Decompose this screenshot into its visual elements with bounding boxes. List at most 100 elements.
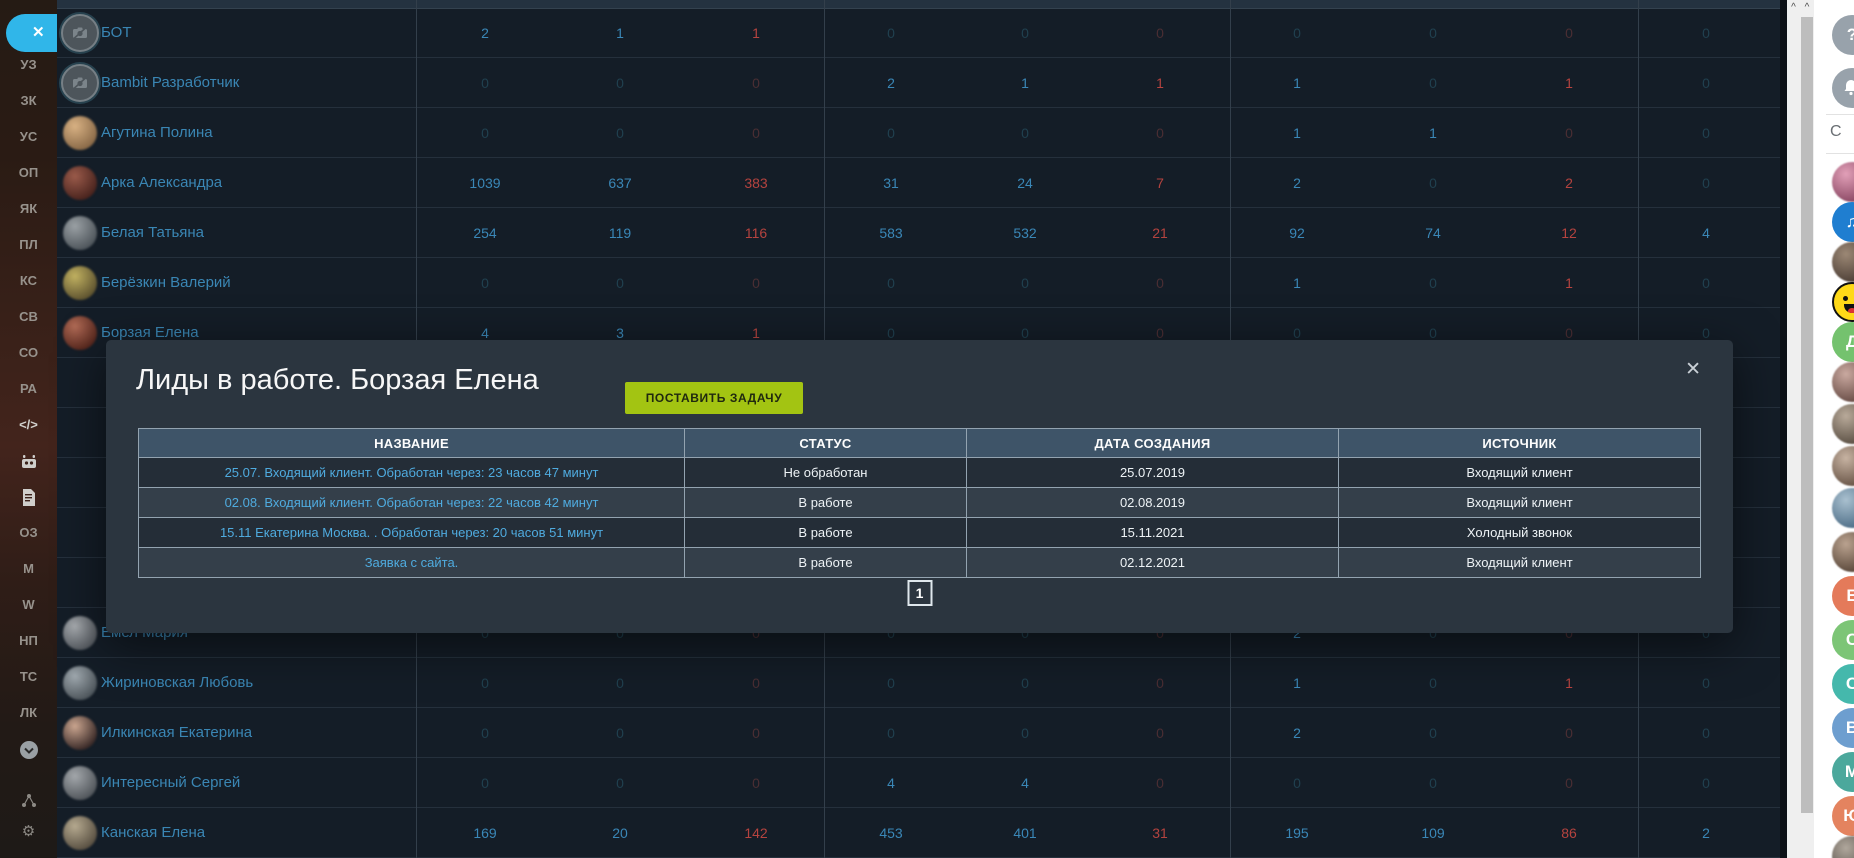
contact-avatar[interactable] xyxy=(1832,836,1854,858)
employee-name-link[interactable]: БОТ xyxy=(101,8,132,58)
contact-badge[interactable]: С xyxy=(1832,620,1854,660)
share-icon[interactable] xyxy=(0,782,57,818)
avatar xyxy=(63,216,97,250)
employee-name-link[interactable]: Белая Татьяна xyxy=(101,208,204,258)
metric-value: 0 xyxy=(1565,725,1573,741)
avatar xyxy=(63,266,97,300)
sidebar-item-СО[interactable]: СО xyxy=(0,335,57,371)
employee-name-link[interactable]: Bambit Разработчик xyxy=(101,58,239,108)
metric-value: 0 xyxy=(1565,125,1573,141)
sidebar-item-УЗ[interactable]: УЗ xyxy=(0,47,57,83)
contact-badge[interactable]: В xyxy=(1832,708,1854,748)
metric-value: 0 xyxy=(1021,125,1029,141)
metric-value: 1 xyxy=(1429,125,1437,141)
lead-name-link[interactable]: 25.07. Входящий клиент. Обработан через:… xyxy=(225,465,599,480)
metric-value: 0 xyxy=(481,75,489,91)
metric-value: 0 xyxy=(1702,75,1710,91)
metric-value: 1 xyxy=(1021,75,1029,91)
sidebar-item-СВ[interactable]: СВ xyxy=(0,299,57,335)
metric-value: 0 xyxy=(887,25,895,41)
contact-badge[interactable]: Ю xyxy=(1832,796,1854,836)
sidebar-item-ОЗ[interactable]: ОЗ xyxy=(0,515,57,551)
create-task-button[interactable]: ПОСТАВИТЬ ЗАДАЧУ xyxy=(625,382,803,414)
contact-avatar[interactable] xyxy=(1832,242,1854,282)
employee-name-link[interactable]: Канская Елена xyxy=(101,808,205,858)
help-icon[interactable]: ? xyxy=(1832,15,1854,55)
metric-value: 532 xyxy=(1013,225,1037,241)
sidebar-item-ЯК[interactable]: ЯК xyxy=(0,191,57,227)
employee-name-link[interactable]: Жириновская Любовь xyxy=(101,658,253,708)
contact-avatar[interactable] xyxy=(1832,404,1854,444)
inner-scrollbar[interactable]: ^ xyxy=(1787,0,1800,858)
bell-icon[interactable] xyxy=(1832,68,1854,108)
sidebar-item-W[interactable]: W xyxy=(0,587,57,623)
lead-name-link[interactable]: 15.11 Екатерина Москва. . Обработан чере… xyxy=(220,525,603,540)
metric-value: 86 xyxy=(1561,825,1577,841)
metric-value: 0 xyxy=(887,675,895,691)
sidebar-item-РА[interactable]: РА xyxy=(0,371,57,407)
contact-badge[interactable]: Е xyxy=(1832,576,1854,616)
robot-icon[interactable] xyxy=(0,443,57,479)
contact-badge[interactable]: С xyxy=(1832,664,1854,704)
metric-value: 0 xyxy=(1021,275,1029,291)
sidebar-item-ОП[interactable]: ОП xyxy=(0,155,57,191)
sidebar-item-ПЛ[interactable]: ПЛ xyxy=(0,227,57,263)
contact-badge[interactable]: ♫ xyxy=(1832,202,1854,242)
contact-badge[interactable]: М xyxy=(1832,752,1854,792)
sidebar-item-УС[interactable]: УС xyxy=(0,119,57,155)
metric-value: 1 xyxy=(1565,75,1573,91)
employee-name-link[interactable]: Илкинская Екатерина xyxy=(101,708,252,758)
close-icon[interactable]: ✕ xyxy=(1685,358,1701,381)
lead-created-date: 02.12.2021 xyxy=(966,547,1339,578)
metric-value: 2 xyxy=(1702,825,1710,841)
scroll-up-icon[interactable]: ^ xyxy=(1800,0,1814,16)
employee-name-link[interactable]: Арка Александра xyxy=(101,158,222,208)
metric-value: 1 xyxy=(1156,75,1164,91)
metric-value: 637 xyxy=(608,175,632,191)
lead-source: Входящий клиент xyxy=(1338,547,1701,578)
metric-value: 0 xyxy=(616,75,624,91)
document-icon[interactable] xyxy=(0,479,57,515)
pagination-page-1[interactable]: 1 xyxy=(907,580,932,606)
metric-value: 0 xyxy=(1021,675,1029,691)
page-scrollbar[interactable]: ^ xyxy=(1800,0,1814,858)
code-icon[interactable]: </> xyxy=(0,407,57,443)
sidebar-item-М[interactable]: М xyxy=(0,551,57,587)
contact-avatar[interactable] xyxy=(1832,532,1854,572)
metric-value: 0 xyxy=(1021,725,1029,741)
chevron-down-circle-icon[interactable] xyxy=(0,731,57,767)
sidebar-item-ЗК[interactable]: ЗК xyxy=(0,83,57,119)
lead-created-date: 25.07.2019 xyxy=(966,457,1339,488)
leads-modal: Лиды в работе. Борзая Елена ПОСТАВИТЬ ЗА… xyxy=(106,340,1733,633)
gear-icon[interactable]: ⚙ xyxy=(0,814,57,850)
metric-value: 0 xyxy=(1429,775,1437,791)
contact-avatar[interactable] xyxy=(1832,446,1854,486)
metric-value: 0 xyxy=(1429,175,1437,191)
metric-value: 0 xyxy=(616,675,624,691)
metric-value: 0 xyxy=(887,725,895,741)
scroll-up-icon[interactable]: ^ xyxy=(1787,0,1800,16)
no-photo-avatar xyxy=(61,64,99,102)
sidebar-item-КС[interactable]: КС xyxy=(0,263,57,299)
metric-value: 0 xyxy=(481,775,489,791)
contact-badge[interactable]: Д xyxy=(1832,322,1854,362)
contact-avatar[interactable] xyxy=(1832,488,1854,528)
sidebar-item-ТС[interactable]: ТС xyxy=(0,659,57,695)
scrollbar-thumb[interactable] xyxy=(1801,17,1813,813)
lead-name-link[interactable]: Заявка с сайта. xyxy=(365,555,459,570)
employee-name-link[interactable]: Агутина Полина xyxy=(101,108,213,158)
metric-value: 0 xyxy=(887,275,895,291)
lead-name-link[interactable]: 02.08. Входящий клиент. Обработан через:… xyxy=(225,495,599,510)
divider xyxy=(1826,153,1854,154)
contact-avatar[interactable] xyxy=(1832,362,1854,402)
sidebar-item-ЛК[interactable]: ЛК xyxy=(0,695,57,731)
contact-avatar[interactable] xyxy=(1832,162,1854,202)
metric-value: 0 xyxy=(1156,725,1164,741)
sidebar-item-НП[interactable]: НП xyxy=(0,623,57,659)
employee-name-link[interactable]: Интересный Сергей xyxy=(101,758,240,808)
metric-value: 0 xyxy=(887,125,895,141)
avatar xyxy=(63,716,97,750)
leads-column-header: ИСТОЧНИК xyxy=(1338,428,1701,458)
smiley-avatar[interactable] xyxy=(1832,282,1854,322)
employee-name-link[interactable]: Берёзкин Валерий xyxy=(101,258,231,308)
